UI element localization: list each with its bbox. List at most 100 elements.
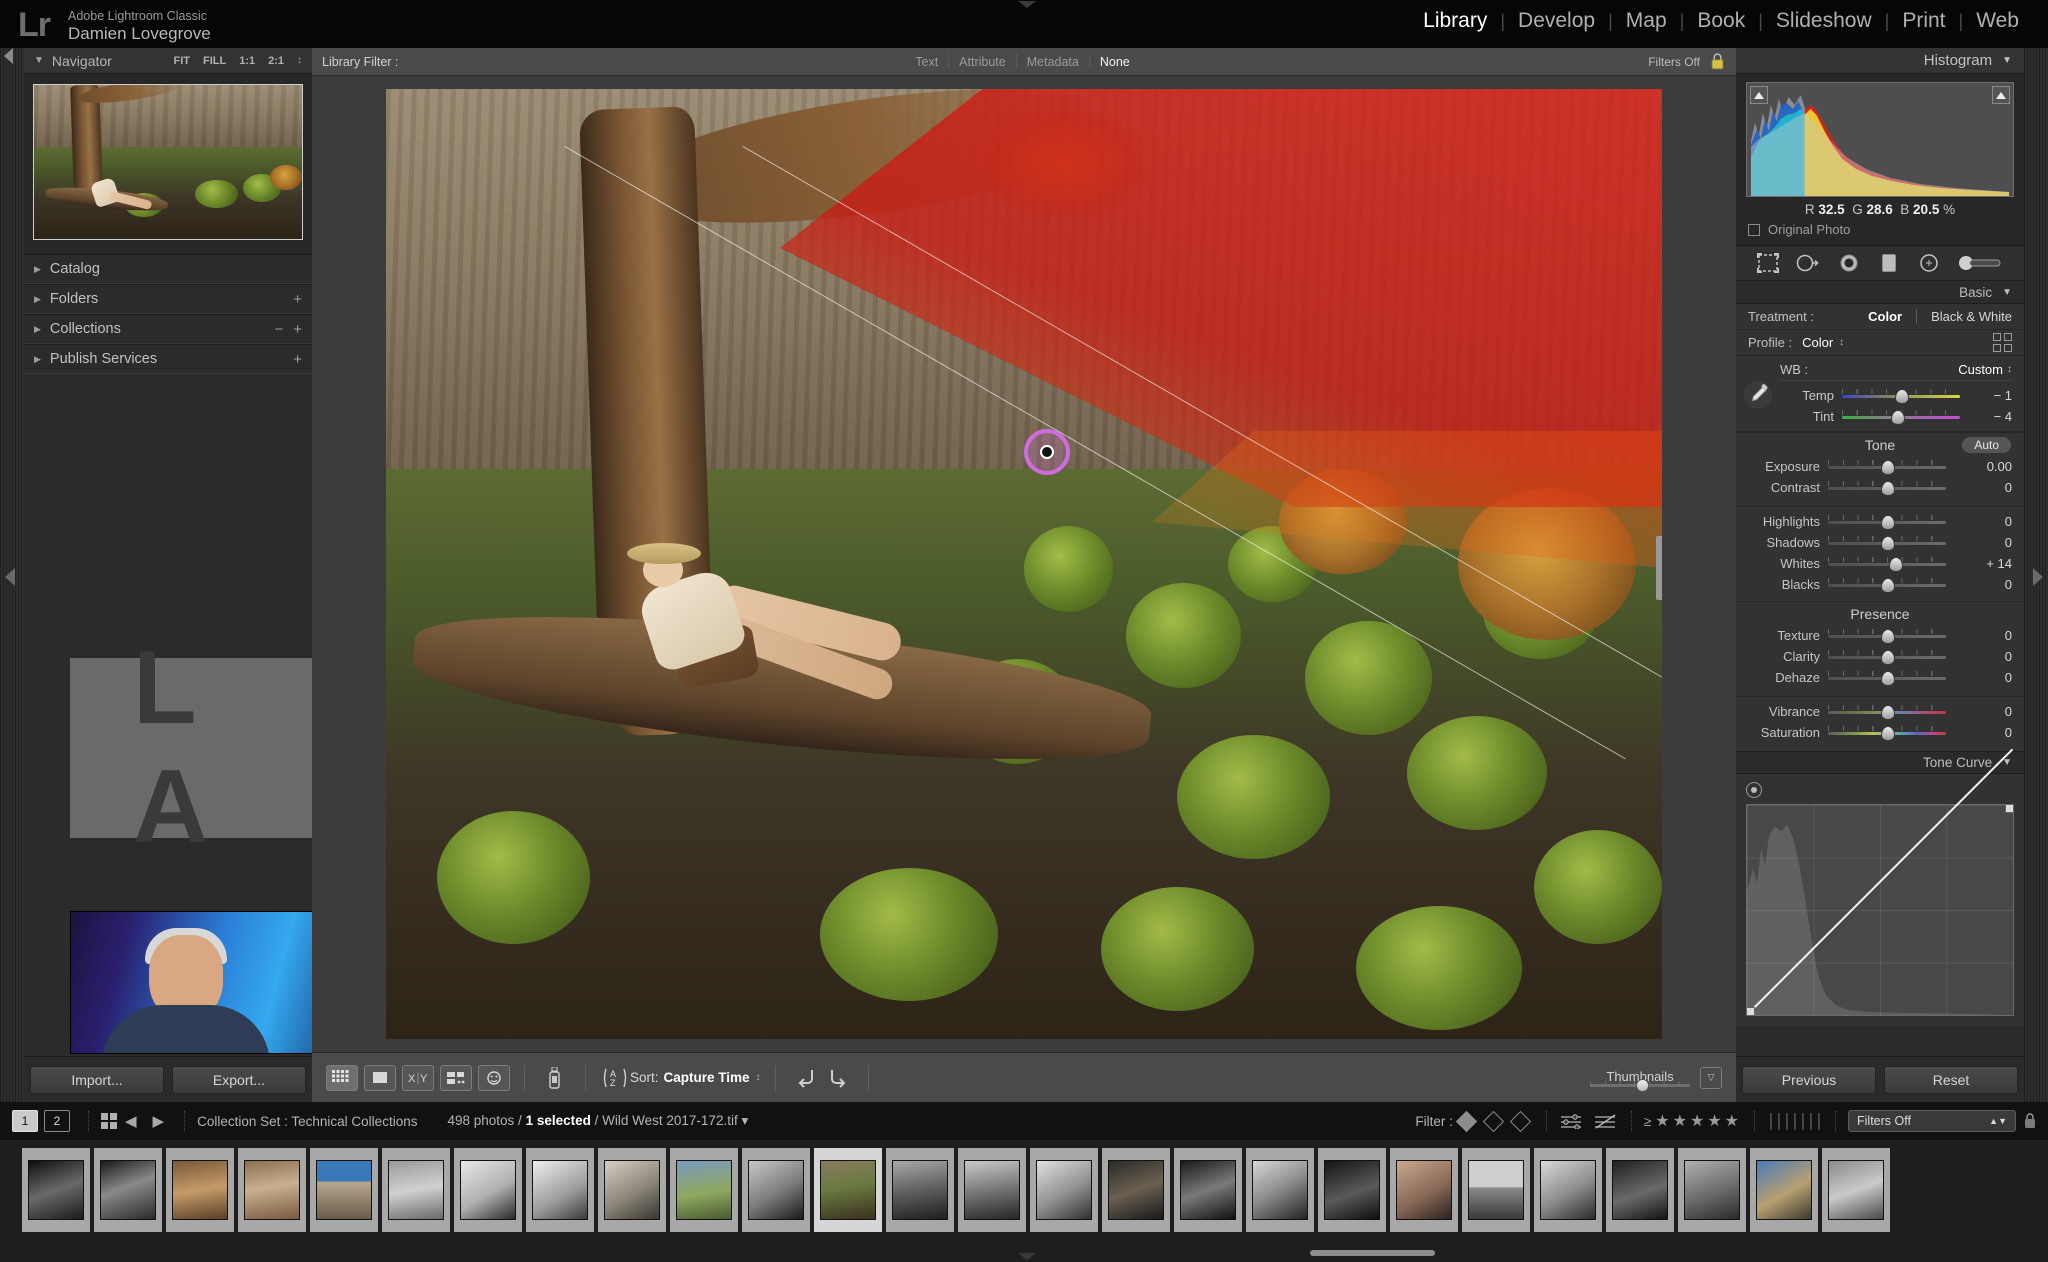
slider-track[interactable] (1828, 459, 1946, 475)
wb-value[interactable]: Custom (1958, 362, 2003, 377)
thumbnails-slider-knob[interactable] (1636, 1078, 1649, 1092)
filmstrip-grid-icon[interactable] (101, 1113, 117, 1129)
right-panel-collapse-rail[interactable] (2024, 48, 2048, 1102)
navigator-zoom-fit[interactable]: FIT (173, 55, 190, 67)
slider-shadows[interactable]: Shadows 0 (1736, 532, 2024, 553)
navigator-zoom-stepper-icon[interactable]: ↕ (297, 55, 302, 66)
edited-filter-icon[interactable] (1559, 1113, 1585, 1129)
filmstrip-thumbnail[interactable] (1534, 1148, 1602, 1232)
slider-track[interactable] (1828, 704, 1946, 720)
compare-view-icon[interactable]: XY (402, 1064, 434, 1091)
module-picker[interactable]: Library | Develop | Map | Book | Slideshow | Print… (1410, 9, 2032, 33)
slider-blacks[interactable]: Blacks 0 (1736, 574, 2024, 595)
slider-clarity[interactable]: Clarity 0 (1736, 646, 2024, 667)
slider-value[interactable]: 0 (1962, 725, 2012, 740)
slider-vibrance[interactable]: Vibrance 0 (1736, 701, 2024, 722)
navigator-zoom-2-1[interactable]: 2:1 (268, 55, 284, 67)
photo-canvas[interactable] (386, 89, 1662, 1039)
unedited-filter-icon[interactable] (1593, 1113, 1619, 1129)
import-button[interactable]: Import... (30, 1065, 164, 1094)
grid-view-icon[interactable] (326, 1064, 358, 1091)
chevron-right-icon[interactable]: ▶ (34, 264, 41, 275)
filmstrip-filter-controls[interactable]: Filter : ≥ ★★★★★ Filters Off ▲▼ (1415, 1110, 2036, 1132)
flag-picked-icon[interactable] (1455, 1110, 1477, 1132)
filmstrip-thumbnail-image[interactable] (1252, 1160, 1308, 1220)
filmstrip-thumbnail-image[interactable] (1612, 1160, 1668, 1220)
filmstrip-thumbnail-image[interactable] (1468, 1160, 1524, 1220)
go-forward-icon[interactable]: ▶ (153, 1112, 165, 1130)
wb-stepper-icon[interactable]: ↕ (2007, 364, 2012, 375)
rotate-right-icon[interactable] (822, 1065, 854, 1091)
filter-lock-icon[interactable] (2024, 1112, 2036, 1130)
slider-highlights[interactable]: Highlights 0 (1736, 511, 2024, 532)
slider-knob[interactable] (1890, 409, 1905, 425)
slider-knob[interactable] (1880, 459, 1895, 475)
rating-operator[interactable]: ≥ (1644, 1114, 1651, 1129)
filmstrip-thumbnail-image[interactable] (1108, 1160, 1164, 1220)
slider-value[interactable]: 0 (1962, 704, 2012, 719)
slider-knob[interactable] (1880, 704, 1895, 720)
slider-value[interactable]: + 14 (1962, 556, 2012, 571)
right-collapse-arrow-icon[interactable] (2033, 568, 2043, 586)
filmstrip-thumbnail-image[interactable] (604, 1160, 660, 1220)
library-filter-bar[interactable]: Library Filter : Text Attribute Metadata No… (312, 48, 1736, 76)
navigator-header[interactable]: ▼ Navigator FIT FILL 1:1 2:1 ↕ (24, 48, 312, 74)
filmstrip-scrollbar[interactable] (1310, 1250, 1435, 1256)
go-back-icon[interactable]: ◀ (125, 1112, 137, 1130)
filmstrip[interactable] (0, 1140, 2048, 1262)
filmstrip-thumbnail[interactable] (1318, 1148, 1386, 1232)
filmstrip-thumbnail[interactable] (238, 1148, 306, 1232)
slider-track[interactable] (1842, 409, 1960, 425)
slider-knob[interactable] (1880, 725, 1895, 741)
color-label-3[interactable] (1794, 1112, 1796, 1130)
filmstrip-thumbnail[interactable] (310, 1148, 378, 1232)
treatment-row[interactable]: Treatment : Color Black & White (1736, 304, 2024, 330)
color-label-6[interactable] (1818, 1112, 1820, 1130)
screen-2-button[interactable]: 2 (44, 1110, 70, 1132)
flag-unflagged-icon[interactable] (1482, 1110, 1504, 1132)
slider-exposure[interactable]: Exposure 0.00 (1736, 456, 2024, 477)
filmstrip-thumbnail[interactable] (1390, 1148, 1458, 1232)
filmstrip-thumbnail[interactable] (1606, 1148, 1674, 1232)
left-collapse-arrow-icon[interactable] (5, 568, 15, 586)
spot-removal-icon[interactable] (1795, 251, 1821, 275)
sidebar-item-publish-services[interactable]: ▶ Publish Services + (24, 344, 312, 374)
filmstrip-thumbnail[interactable] (454, 1148, 522, 1232)
slider-knob[interactable] (1880, 480, 1895, 496)
sidebar-item-collections[interactable]: ▶ Collections − + (24, 314, 312, 344)
spray-can-icon[interactable] (539, 1065, 571, 1091)
treatment-bw-option[interactable]: Black & White (1916, 309, 2012, 324)
slider-knob[interactable] (1888, 556, 1903, 572)
original-photo-toggle[interactable]: Original Photo (1746, 220, 2014, 239)
left-panel-sections[interactable]: ▶ Catalog ▶ Folders + ▶ Collections − + ▶ Publish … (24, 254, 312, 374)
radial-filter-icon[interactable] (1916, 251, 1942, 275)
histogram-header[interactable]: Histogram ▼ (1736, 48, 2024, 74)
slider-value[interactable]: 0 (1962, 670, 2012, 685)
filmstrip-thumbnail-image[interactable] (532, 1160, 588, 1220)
chevron-down-icon[interactable]: ▼ (34, 55, 44, 66)
slider-value[interactable]: − 1 (1968, 388, 2012, 403)
filmstrip-thumbnail-image[interactable] (316, 1160, 372, 1220)
slider-value[interactable]: 0 (1962, 577, 2012, 592)
tone-curve-graph[interactable] (1745, 747, 2014, 1016)
shadow-clipping-icon[interactable] (1750, 86, 1768, 104)
view-mode-icons[interactable]: XY (326, 1064, 510, 1091)
tone-curve-header[interactable]: Tone Curve ▼ (1736, 751, 2024, 773)
navigator-thumbnail[interactable] (33, 84, 303, 240)
filmstrip-thumbnail-image[interactable] (748, 1160, 804, 1220)
sort-value[interactable]: Capture Time (664, 1070, 750, 1085)
stepper-icon[interactable]: ▲▼ (1989, 1116, 2007, 1126)
slider-track[interactable] (1828, 649, 1946, 665)
checkbox-icon[interactable] (1748, 223, 1760, 236)
filmstrip-thumbnail-image[interactable] (1540, 1160, 1596, 1220)
filmstrip-thumbnail[interactable] (1174, 1148, 1242, 1232)
slider-value[interactable]: 0 (1962, 514, 2012, 529)
filmstrip-thumbnail[interactable] (526, 1148, 594, 1232)
slider-value[interactable]: 0 (1962, 628, 2012, 643)
thumbnail-size-control[interactable]: Thumbnails ▽ (1590, 1066, 1722, 1092)
slider-whites[interactable]: Whites + 14 (1736, 553, 2024, 574)
profile-browser-icon[interactable] (1993, 333, 2012, 352)
filmstrip-thumbnail-image[interactable] (820, 1160, 876, 1220)
filmstrip-thumbnail-image[interactable] (388, 1160, 444, 1220)
module-print[interactable]: Print (1889, 9, 1958, 33)
